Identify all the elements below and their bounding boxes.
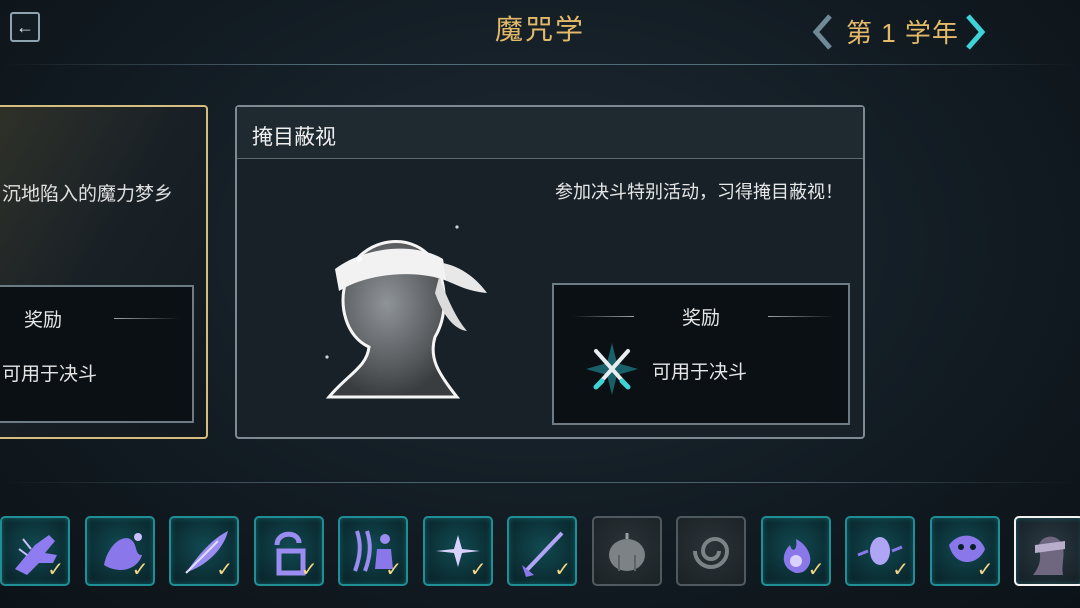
learned-check-icon: ✓: [47, 559, 64, 581]
top-bar: ← 魔咒学 第 1 学年: [0, 0, 1080, 64]
spell-tile[interactable]: ✓: [84, 516, 155, 586]
learned-check-icon: ✓: [976, 559, 994, 581]
blindfold-portrait-icon: [325, 225, 487, 399]
reward-panel: 奖励 可用于决斗: [0, 285, 194, 423]
pumpkin-spell-icon: [608, 533, 645, 571]
spell-tile[interactable]: ✓: [338, 516, 408, 586]
learned-check-icon: ✓: [554, 559, 571, 581]
learned-check-icon: ✓: [892, 559, 909, 581]
card-header: 掩目蔽视: [237, 107, 863, 159]
spell-name: 掩目蔽视: [252, 126, 336, 149]
spell-tile[interactable]: ✓: [760, 516, 831, 586]
blindfold-spell-icon: [1033, 536, 1065, 575]
learned-check-icon: ✓: [807, 559, 825, 581]
spell-tile[interactable]: ✓: [507, 516, 577, 586]
year-prev-button[interactable]: [808, 12, 838, 52]
reward-item-label: 可用于决斗: [652, 362, 748, 383]
bottom-divider: [0, 482, 1080, 483]
learned-check-icon: ✓: [300, 559, 318, 581]
spell-description: 参加决斗特别活动，习得掩目蔽视！: [555, 182, 843, 202]
spell-tile[interactable]: ✓: [253, 516, 324, 586]
spell-tile[interactable]: [1014, 516, 1080, 586]
reward-item-label: 可用于决斗: [2, 364, 98, 385]
spell-tile[interactable]: ✓: [845, 516, 915, 586]
spell-tile[interactable]: ✓: [169, 516, 239, 586]
learned-check-icon: ✓: [385, 559, 402, 581]
spell-tile[interactable]: ✓: [929, 516, 1000, 586]
learned-check-icon: ✓: [131, 559, 149, 581]
divider: [768, 316, 834, 317]
spell-tile[interactable]: [676, 516, 746, 586]
year-label: 第 1 学年: [846, 18, 959, 48]
header-divider: [0, 64, 1080, 65]
spell-tile[interactable]: ✓: [422, 516, 493, 586]
learned-check-icon: ✓: [216, 559, 233, 581]
spell-selector: ✓ ✓ ✓ ✓ ✓ ✓ ✓ ✓ ✓ ✓: [0, 516, 1080, 590]
spell-card-current: 掩目蔽视 参加决斗特别活动，习得掩目蔽视！ 奖励 可用于决斗: [235, 105, 865, 439]
vortex-spell-icon: [693, 537, 730, 569]
spell-tile[interactable]: ✓: [0, 516, 70, 586]
learned-check-icon: ✓: [469, 559, 487, 581]
divider: [114, 318, 180, 319]
reward-title: 奖励: [24, 310, 63, 331]
spell-card-previous[interactable]: 沉地陷入的魔力梦乡 奖励 可用于决斗: [0, 105, 208, 439]
reward-panel: 奖励 可用于决斗: [552, 283, 850, 425]
year-next-button[interactable]: [960, 12, 990, 52]
card-description: 沉地陷入的魔力梦乡: [2, 184, 174, 205]
spell-tile[interactable]: [591, 516, 662, 586]
crossed-wands-icon: [586, 343, 638, 395]
